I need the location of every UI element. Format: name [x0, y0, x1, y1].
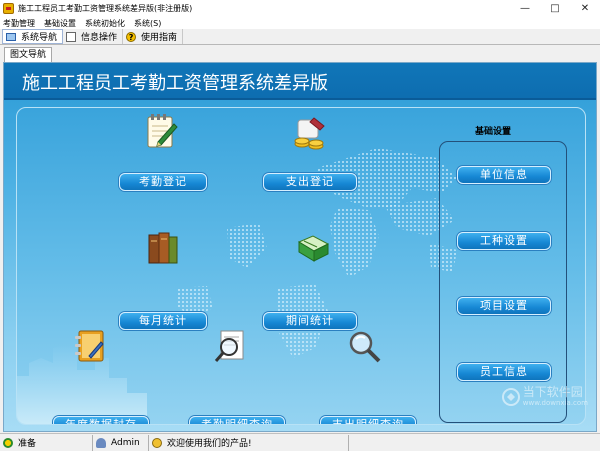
- menu-attendance[interactable]: 考勤管理: [3, 18, 35, 29]
- watermark: 当下软件园 www.downxia.com: [501, 385, 588, 407]
- tab-user-guide[interactable]: ? 使用指南: [123, 29, 184, 44]
- title-bar: 施工工程员工考勤工资管理系统差异版(非注册版) — □ ✕: [0, 0, 600, 17]
- job-type-settings-button[interactable]: 工种设置: [457, 232, 551, 250]
- project-settings-button[interactable]: 项目设置: [457, 297, 551, 315]
- basic-settings-title: 基础设置: [475, 127, 512, 137]
- status-username: Admin: [111, 437, 140, 448]
- menu-system[interactable]: 系统(S): [134, 18, 161, 29]
- tab-graphic-navigation[interactable]: 图文导航: [4, 47, 53, 62]
- user-icon: [96, 437, 106, 448]
- ready-icon: [3, 437, 13, 448]
- period-statistics-button[interactable]: 期间统计: [263, 312, 357, 330]
- monthly-statistics-button[interactable]: 每月统计: [119, 312, 207, 330]
- maximize-button[interactable]: □: [540, 0, 570, 17]
- green-book-icon: [297, 235, 330, 262]
- tab-label: 信息操作: [81, 33, 118, 43]
- status-state: 准备: [18, 439, 37, 449]
- banner-title: 施工工程员工考勤工资管理系统差异版: [22, 73, 328, 94]
- app-icon: [3, 3, 14, 14]
- expense-registration-button[interactable]: 支出登记: [263, 173, 357, 191]
- close-button[interactable]: ✕: [570, 0, 600, 17]
- window-controls: — □ ✕: [510, 0, 600, 17]
- tab-info-operation[interactable]: 信息操作: [63, 29, 124, 44]
- document-tab-bar: 图文导航: [0, 46, 600, 62]
- smile-icon: [152, 437, 162, 448]
- help-icon: ?: [126, 31, 137, 42]
- monitor-icon: [6, 32, 16, 41]
- toolbar: 系统导航 信息操作 ? 使用指南: [0, 29, 600, 45]
- status-bar: 准备 Admin 欢迎使用我们的产品!: [0, 433, 600, 451]
- annual-data-archive-button[interactable]: 年度数据封存: [53, 416, 149, 424]
- expense-detail-query-button[interactable]: 支出明细查询: [320, 416, 416, 424]
- status-ready: 准备: [0, 435, 92, 451]
- watermark-url: www.downxia.com: [522, 399, 588, 407]
- money-scroll-icon: [294, 117, 325, 150]
- watermark-text: 当下软件园: [522, 385, 583, 399]
- watermark-logo: [501, 387, 520, 406]
- status-message: 欢迎使用我们的产品!: [167, 439, 252, 449]
- minimize-button[interactable]: —: [510, 0, 540, 17]
- menu-system-init[interactable]: 系统初始化: [85, 18, 125, 29]
- menu-basic-settings[interactable]: 基础设置: [44, 18, 76, 29]
- main-panel: 施工工程员工考勤工资管理系统差异版 考勤登记 支出登记 每月统计 期间统计 年度…: [3, 62, 597, 432]
- tab-label: 使用指南: [141, 33, 178, 43]
- status-user: Admin: [92, 434, 148, 451]
- navigation-board: 考勤登记 支出登记 每月统计 期间统计 年度数据封存 考勤明细查询 支出明细查询…: [16, 107, 586, 425]
- status-empty: [348, 434, 600, 451]
- tab-system-navigation[interactable]: 系统导航: [2, 29, 64, 44]
- employee-info-button[interactable]: 员工信息: [457, 363, 551, 381]
- unit-info-button[interactable]: 单位信息: [457, 166, 551, 184]
- attendance-detail-query-button[interactable]: 考勤明细查询: [189, 416, 285, 424]
- tab-label: 系统导航: [21, 33, 58, 43]
- attendance-registration-button[interactable]: 考勤登记: [119, 173, 207, 191]
- notepad-pencil-icon: [147, 114, 178, 148]
- notebook-icon: [75, 330, 104, 362]
- books-icon: [148, 232, 178, 264]
- window-title: 施工工程员工考勤工资管理系统差异版(非注册版): [18, 4, 193, 13]
- magnifier-icon: [349, 331, 381, 363]
- menu-bar: 考勤管理 基础设置 系统初始化 系统(S): [0, 17, 600, 29]
- document-icon: [66, 31, 77, 42]
- banner: 施工工程员工考勤工资管理系统差异版: [4, 63, 596, 100]
- magnifier-document-icon: [214, 330, 244, 362]
- status-message-cell: 欢迎使用我们的产品!: [148, 434, 348, 451]
